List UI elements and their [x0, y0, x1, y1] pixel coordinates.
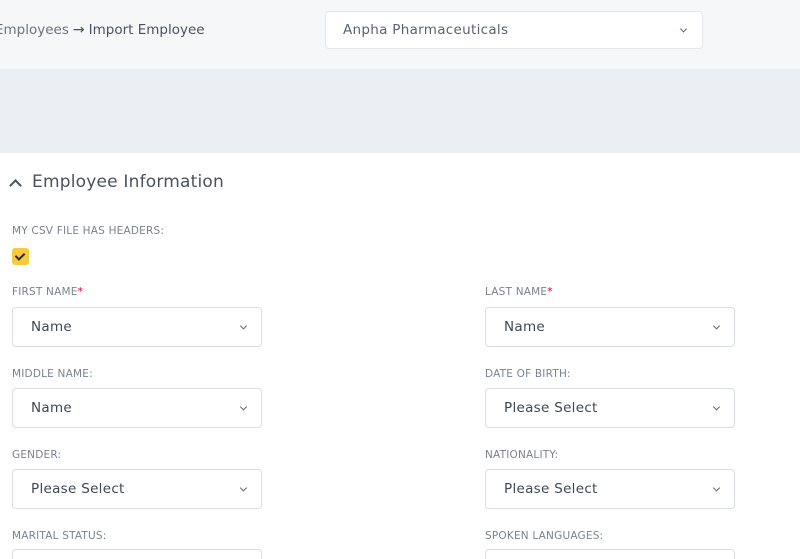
nationality-select[interactable]: Please Select [485, 469, 735, 509]
gender-select[interactable]: Please Select [12, 469, 262, 509]
gender-label: GENDER: [12, 449, 62, 461]
date-of-birth-select[interactable]: Please Select [485, 388, 735, 428]
date-of-birth-select-value: Please Select [504, 400, 598, 416]
company-select-value: Anpha Pharmaceuticals [343, 22, 509, 38]
section-title: Employee Information [32, 172, 225, 192]
chevron-down-icon [239, 403, 248, 411]
middle-name-select-value: Name [31, 400, 73, 416]
chevron-down-icon [712, 403, 721, 411]
breadcrumb-arrow-icon: → [72, 22, 85, 38]
required-mark: * [77, 286, 84, 298]
breadcrumb: Employees → Import Employee [0, 22, 205, 38]
spoken-languages-label: SPOKEN LANGUAGES: [485, 530, 604, 542]
marital-status-label: MARITAL STATUS: [12, 530, 107, 542]
top-bar: Employees → Import Employee Anpha Pharma… [0, 0, 800, 69]
first-name-select[interactable]: Name [12, 307, 262, 347]
nationality-label: NATIONALITY: [485, 449, 559, 461]
first-name-label-text: FIRST NAME [12, 286, 78, 298]
header-band [0, 69, 800, 153]
csv-headers-label: MY CSV FILE HAS HEADERS: [12, 225, 165, 237]
last-name-label: LAST NAME* [485, 286, 553, 298]
chevron-down-icon [239, 322, 248, 330]
nationality-select-value: Please Select [504, 481, 598, 497]
breadcrumb-employees-link[interactable]: Employees [0, 22, 69, 38]
chevron-down-icon [712, 322, 721, 330]
first-name-select-value: Name [31, 319, 73, 335]
first-name-label: FIRST NAME* [12, 286, 83, 298]
gender-select-value: Please Select [31, 481, 125, 497]
checkmark-icon [14, 250, 26, 261]
spoken-languages-select[interactable] [485, 549, 735, 559]
chevron-down-icon [239, 484, 248, 492]
marital-status-select[interactable] [12, 549, 262, 559]
company-select[interactable]: Anpha Pharmaceuticals [325, 11, 703, 49]
chevron-down-icon [712, 484, 721, 492]
section-toggle-employee-information[interactable]: Employee Information [8, 172, 224, 192]
chevron-down-icon [679, 25, 688, 33]
middle-name-label: MIDDLE NAME: [12, 368, 93, 380]
last-name-label-text: LAST NAME [485, 286, 548, 298]
breadcrumb-current: Import Employee [88, 22, 205, 38]
date-of-birth-label: DATE OF BIRTH: [485, 368, 571, 380]
chevron-up-icon [9, 178, 22, 192]
last-name-select[interactable]: Name [485, 307, 735, 347]
required-mark: * [547, 286, 553, 298]
last-name-select-value: Name [504, 319, 546, 335]
middle-name-select[interactable]: Name [12, 388, 262, 428]
csv-headers-checkbox[interactable] [12, 248, 29, 265]
